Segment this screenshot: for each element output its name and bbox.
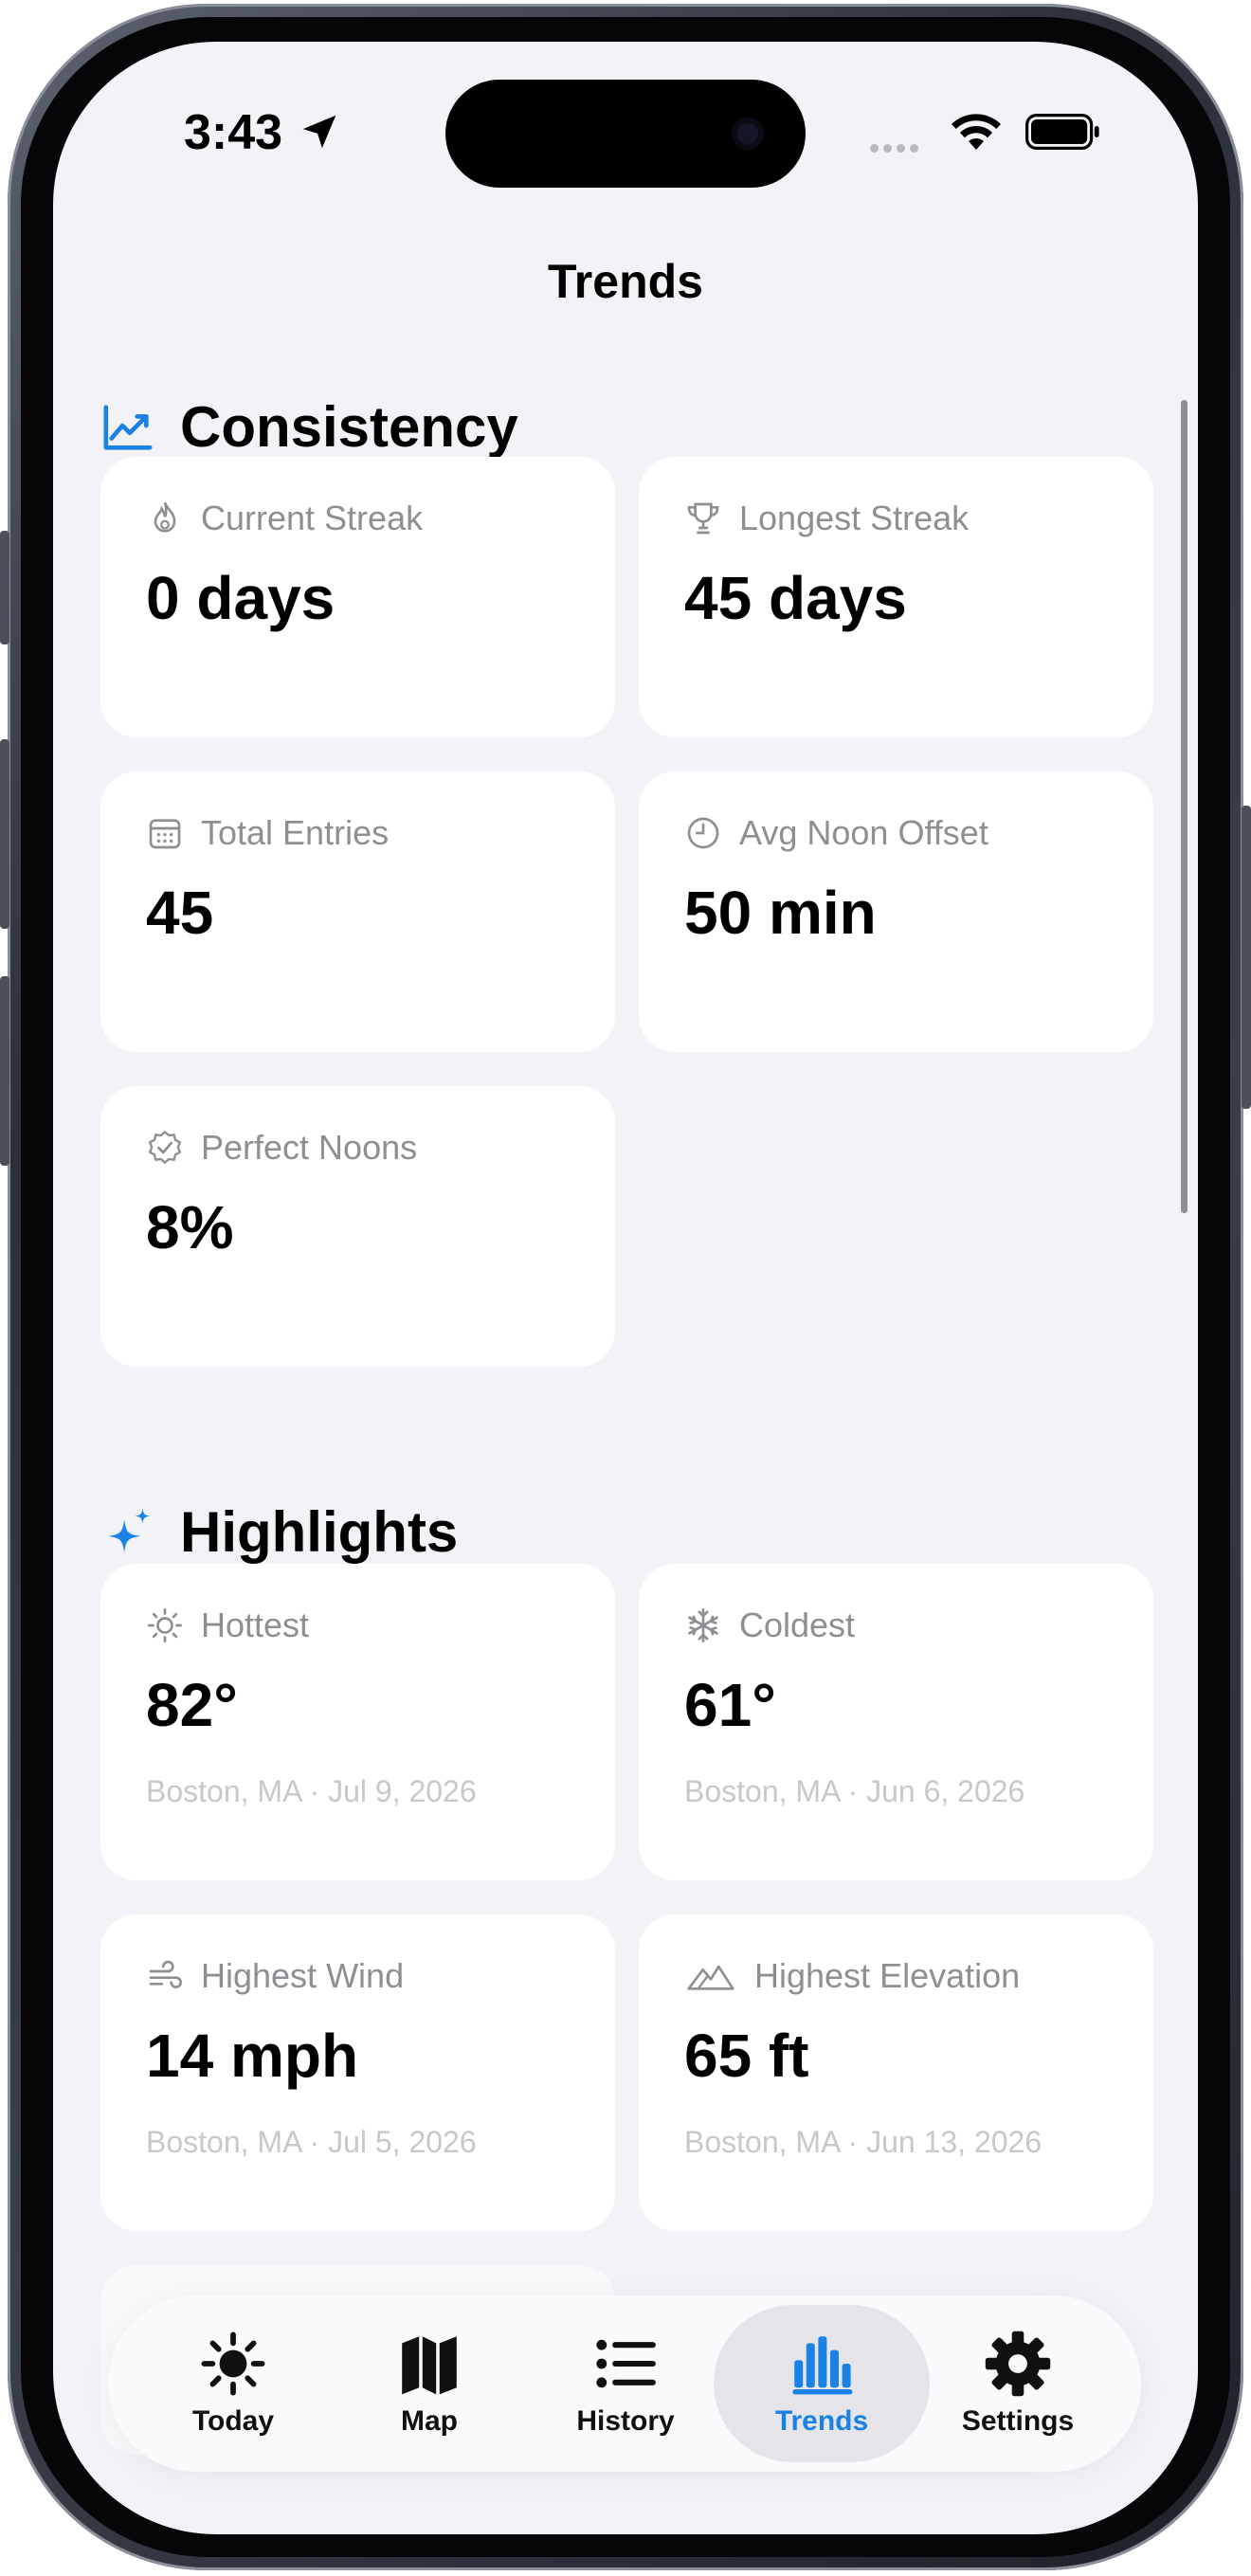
sparkles-icon (107, 1508, 151, 1552)
volume-down-button (0, 976, 9, 1166)
consistency-title: Consistency (180, 395, 518, 459)
highest-elevation-card[interactable]: Highest Elevation 65 ft Boston, MA · Jun… (639, 1914, 1153, 2231)
coldest-card[interactable]: Coldest 61° Boston, MA · Jun 6, 2026 (639, 1564, 1153, 1880)
avg-noon-offset-card[interactable]: Avg Noon Offset 50 min (639, 771, 1153, 1052)
calendar-icon (149, 819, 181, 849)
app-screen: 3:43 Trends Consistency Current Streak 0… (53, 42, 1198, 2534)
tab-today-label: Today (191, 2405, 275, 2437)
chart-line-uptrend-icon (103, 404, 153, 450)
highest-elevation-value: 65 ft (684, 2022, 809, 2090)
dynamic-island (445, 80, 806, 188)
highest-wind-detail: Boston, MA · Jul 5, 2026 (146, 2125, 477, 2159)
perfect-noons-value: 8% (146, 1193, 234, 1261)
wifi-icon (952, 114, 1001, 150)
tab-history-label: History (576, 2405, 675, 2437)
highest-wind-label: Highest Wind (201, 1956, 405, 1995)
tab-trends[interactable]: Trends (714, 2305, 930, 2462)
volume-up-button (0, 739, 9, 929)
longest-streak-value: 45 days (684, 564, 907, 632)
current-streak-card[interactable]: Current Streak 0 days (100, 457, 615, 737)
status-time: 3:43 (184, 105, 283, 160)
flame-icon (154, 501, 176, 533)
power-button (1242, 806, 1251, 1109)
coldest-detail: Boston, MA · Jun 6, 2026 (684, 1774, 1025, 1808)
avg-noon-offset-label: Avg Noon Offset (739, 813, 988, 852)
hottest-value: 82° (146, 1671, 238, 1739)
cellular-signal-icon (870, 140, 923, 157)
scroll-indicator[interactable] (1181, 400, 1188, 1213)
gear-icon (985, 2331, 1051, 2397)
total-entries-card[interactable]: Total Entries 45 (100, 771, 615, 1052)
sun-icon (148, 1608, 183, 1642)
list-bullet-icon (596, 2339, 656, 2388)
current-streak-value: 0 days (146, 564, 335, 632)
wind-icon (149, 1960, 182, 1988)
hottest-detail: Boston, MA · Jul 9, 2026 (146, 1774, 477, 1808)
coldest-label: Coldest (739, 1605, 856, 1644)
highlights-title: Highlights (180, 1500, 459, 1564)
battery-icon (1025, 114, 1099, 150)
page-title: Trends (548, 255, 703, 308)
tab-settings[interactable]: Settings (910, 2305, 1126, 2462)
highest-wind-card[interactable]: Highest Wind 14 mph Boston, MA · Jul 5, … (100, 1914, 615, 2231)
avg-noon-offset-value: 50 min (684, 879, 877, 947)
location-arrow-icon (302, 115, 336, 149)
tab-settings-label: Settings (961, 2405, 1075, 2437)
tab-bar: Today Map History Trends Settings (108, 2295, 1141, 2472)
longest-streak-card[interactable]: Longest Streak 45 days (639, 457, 1153, 737)
tab-map-label: Map (401, 2405, 458, 2437)
highlights-section-header: Highlights (100, 1499, 458, 1565)
trophy-icon (687, 502, 719, 535)
hottest-label: Hottest (201, 1605, 310, 1644)
perfect-noons-label: Perfect Noons (201, 1128, 418, 1167)
highest-elevation-label: Highest Elevation (754, 1956, 1021, 1995)
highest-elevation-detail: Boston, MA · Jun 13, 2026 (684, 2125, 1042, 2159)
tab-trends-label: Trends (774, 2405, 869, 2437)
chart-bar-icon (792, 2336, 853, 2395)
map-icon (402, 2336, 457, 2395)
total-entries-value: 45 (146, 879, 214, 947)
sun-max-icon (201, 2331, 265, 2396)
checkmark-seal-icon (148, 1130, 182, 1165)
mountain-icon (687, 1965, 734, 1990)
hottest-card[interactable]: Hottest 82° Boston, MA · Jul 9, 2026 (100, 1564, 615, 1880)
camera-icon (732, 118, 764, 150)
coldest-value: 61° (684, 1671, 776, 1739)
tab-map[interactable]: Map (321, 2305, 537, 2462)
action-button (0, 531, 9, 644)
highest-wind-value: 14 mph (146, 2022, 359, 2090)
snowflake-icon (688, 1608, 718, 1642)
tab-history[interactable]: History (517, 2305, 734, 2462)
consistency-section-header: Consistency (100, 394, 518, 460)
total-entries-label: Total Entries (201, 813, 390, 852)
longest-streak-label: Longest Streak (739, 499, 970, 537)
perfect-noons-card[interactable]: Perfect Noons 8% (100, 1086, 615, 1367)
current-streak-label: Current Streak (201, 499, 424, 537)
clock-icon (687, 817, 719, 849)
tab-today[interactable]: Today (125, 2305, 341, 2462)
